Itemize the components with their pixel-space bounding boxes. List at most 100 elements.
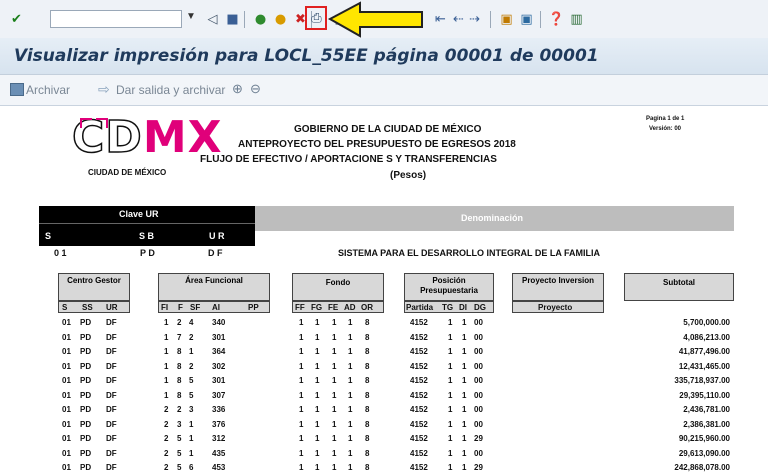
cell-tg: 1 xyxy=(448,405,453,414)
cell-f: 8 xyxy=(177,361,182,371)
cell-fi: 2 xyxy=(164,405,169,414)
cell-ff: 1 xyxy=(299,419,304,429)
cell-sf: 1 xyxy=(189,434,194,443)
cell-ss: PD xyxy=(80,405,92,414)
cell-fe: 1 xyxy=(332,332,337,342)
subhdr-tg: TG xyxy=(442,303,454,312)
shortcut-exit-icon[interactable]: ● xyxy=(272,11,289,28)
layout-icon[interactable]: ▥ xyxy=(568,11,585,28)
check-icon[interactable]: ✔ xyxy=(8,11,25,28)
cell-ur: DF xyxy=(106,390,117,400)
subhdr-sf: SF xyxy=(190,303,201,312)
table-row: 01 PD DF 2 5 1 312 1 1 1 1 8 4152 1 1 29 90,215,960.00 xyxy=(34,433,734,447)
cell-tg: 1 xyxy=(448,361,453,371)
zoom-out-icon[interactable]: ⊖ xyxy=(250,81,261,97)
prev-page-icon[interactable]: ⇠ xyxy=(450,11,467,28)
cell-sf: 5 xyxy=(189,376,194,385)
cell-ur: DF xyxy=(106,361,117,371)
cell-partida: 4152 xyxy=(410,318,428,327)
table-row: 01 PD DF 1 7 2 301 1 1 1 1 8 4152 1 1 00 4,086,213.00 xyxy=(34,332,734,346)
report-heading-2: ANTEPROYECTO DEL PRESUPUESTO DE EGRESOS … xyxy=(238,139,516,150)
cell-or: 8 xyxy=(365,463,370,472)
cell-s: 01 xyxy=(62,405,71,414)
cell-or: 8 xyxy=(365,448,370,458)
table-row: 01 PD DF 2 5 6 453 1 1 1 1 8 4152 1 1 29 242,868,078.00 xyxy=(34,462,734,476)
cell-ff: 1 xyxy=(299,390,304,400)
cell-s: 01 xyxy=(62,361,71,371)
cell-ff: 1 xyxy=(299,318,304,327)
table-row: 01 PD DF 1 8 1 364 1 1 1 1 8 4152 1 1 00 41,877,496.00 xyxy=(34,346,734,360)
command-history-dropdown[interactable]: ▼ xyxy=(186,11,196,22)
subhdr-s: S xyxy=(62,303,68,312)
command-field[interactable] xyxy=(50,10,182,28)
cell-tg: 1 xyxy=(448,318,453,327)
cell-fe: 1 xyxy=(332,347,337,356)
cell-f: 8 xyxy=(177,390,182,400)
cell-fe: 1 xyxy=(332,361,337,371)
ur-label: U R xyxy=(209,231,225,241)
cell-fg: 1 xyxy=(315,332,320,342)
cell-ur: DF xyxy=(106,419,117,429)
cell-partida: 4152 xyxy=(410,434,428,443)
subhdr-ss: SS xyxy=(82,303,93,312)
cell-dg: 00 xyxy=(474,405,483,414)
cell-f: 2 xyxy=(177,405,182,414)
cell-ad: 1 xyxy=(348,390,353,400)
denominacion-value: SISTEMA PARA EL DESARROLLO INTEGRAL DE L… xyxy=(338,248,601,258)
cell-dg: 29 xyxy=(474,463,483,472)
logo-accent xyxy=(80,118,92,128)
cell-ss: PD xyxy=(80,376,92,385)
cell-di: 1 xyxy=(462,376,467,385)
cell-ur: DF xyxy=(106,318,117,327)
cell-ai: 312 xyxy=(212,434,226,443)
cell-subtotal: 5,700,000.00 xyxy=(683,318,730,327)
toolbar-separator xyxy=(540,11,541,28)
cell-fe: 1 xyxy=(332,419,337,429)
cell-dg: 00 xyxy=(474,332,483,342)
cell-ff: 1 xyxy=(299,405,304,414)
page-title: Visualizar impresión para LOCL_55EE pági… xyxy=(14,46,599,66)
cell-fi: 1 xyxy=(164,361,169,371)
back-icon[interactable]: ◁ xyxy=(204,11,221,28)
new-session-icon[interactable]: ▣ xyxy=(498,11,515,28)
col-centro-gestor: Centro Gestor xyxy=(58,273,130,301)
subhdr-pp: PP xyxy=(248,303,259,312)
save-icon[interactable]: ■ xyxy=(224,11,241,28)
cell-tg: 1 xyxy=(448,390,453,400)
cell-fi: 2 xyxy=(164,434,169,443)
shortcut-icon[interactable]: ▣ xyxy=(518,11,535,28)
denominacion-label: Denominación xyxy=(461,213,524,223)
cell-tg: 1 xyxy=(448,419,453,429)
cell-f: 3 xyxy=(177,419,182,429)
cell-partida: 4152 xyxy=(410,376,428,385)
cell-ad: 1 xyxy=(348,463,353,472)
cell-ur: DF xyxy=(106,347,117,356)
help-icon[interactable]: ❓ xyxy=(548,11,565,28)
cell-subtotal: 242,868,078.00 xyxy=(674,463,730,472)
cell-ai: 336 xyxy=(212,405,226,414)
subhdr-proyecto-label: Proyecto xyxy=(538,303,573,312)
sb-label: S B xyxy=(139,231,155,241)
first-page-icon[interactable]: ⇤ xyxy=(432,11,449,28)
cell-or: 8 xyxy=(365,405,370,414)
next-page-icon[interactable]: ⇢ xyxy=(466,11,483,28)
cell-subtotal: 29,395,110.00 xyxy=(679,390,730,400)
zoom-in-icon[interactable]: ⊕ xyxy=(232,81,243,97)
cell-s: 01 xyxy=(62,448,71,458)
cell-fg: 1 xyxy=(315,318,320,327)
print-archive-icon: ⇨ xyxy=(98,81,110,97)
cell-fi: 1 xyxy=(164,390,169,400)
cell-subtotal: 29,613,090.00 xyxy=(678,448,730,458)
archive-icon xyxy=(10,83,24,96)
cell-s: 01 xyxy=(62,434,71,443)
table-row: 01 PD DF 2 3 1 376 1 1 1 1 8 4152 1 1 00 2,386,381.00 xyxy=(34,419,734,433)
cell-s: 01 xyxy=(62,347,71,356)
cell-sf: 2 xyxy=(189,361,194,371)
cell-s: 01 xyxy=(62,318,71,327)
cell-ai: 302 xyxy=(212,361,226,371)
cell-ad: 1 xyxy=(348,376,353,385)
archivar-button[interactable]: Archivar xyxy=(26,83,70,97)
dar-salida-button[interactable]: Dar salida y archivar xyxy=(116,83,225,97)
print-icon[interactable]: ⎙ xyxy=(308,10,325,27)
shortcut-back-icon[interactable]: ● xyxy=(252,11,269,28)
